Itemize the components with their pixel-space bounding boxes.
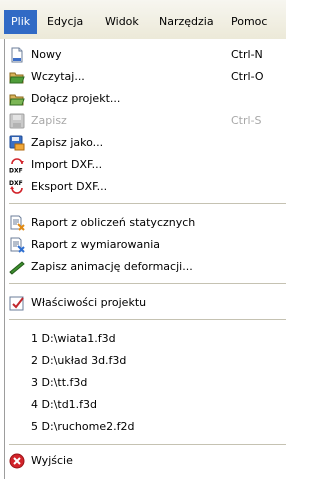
open-folder-icon xyxy=(9,72,25,84)
menu-item-label: Zapisz jako... xyxy=(31,136,104,149)
svg-text:DXF: DXF xyxy=(9,180,23,187)
project-properties-icon xyxy=(9,296,24,311)
new-document-icon xyxy=(11,47,23,63)
separator xyxy=(9,203,286,204)
menu-bar: Plik Edycja Widok Narzędzia Pomoc xyxy=(0,0,286,39)
recent-file-4[interactable]: 4 D:\td1.f3d xyxy=(5,394,286,416)
file-menu-dropdown: Nowy Ctrl-N Wczytaj... Ctrl-O Dołącz pro… xyxy=(4,39,286,479)
menu-item-label: Zapisz xyxy=(31,114,67,127)
menu-item-save-as[interactable]: Zapisz jako... xyxy=(5,132,286,154)
menu-item-label: Raport z wymiarowania xyxy=(31,238,160,251)
report-dimensioning-icon xyxy=(10,237,25,253)
separator xyxy=(9,444,286,445)
menu-item-exit[interactable]: Wyjście xyxy=(5,450,286,472)
menu-item-project-properties[interactable]: Właściwości projektu xyxy=(5,292,286,314)
menu-item-shortcut: Ctrl-N xyxy=(231,48,263,61)
import-dxf-icon: DXF xyxy=(9,158,24,174)
export-dxf-icon: DXF xyxy=(9,180,23,194)
save-as-icon xyxy=(9,135,25,151)
menu-item-attach-project[interactable]: Dołącz projekt... xyxy=(5,88,286,110)
menu-item-shortcut: Ctrl-S xyxy=(231,114,262,127)
menu-item-import-dxf[interactable]: DXF Import DXF... xyxy=(5,154,286,176)
menu-help[interactable]: Pomoc xyxy=(224,10,274,34)
menu-item-label: Raport z obliczeń statycznych xyxy=(31,216,196,229)
menu-item-label: Import DXF... xyxy=(31,158,103,171)
menu-item-label: Wczytaj... xyxy=(31,70,85,83)
menu-item-export-dxf[interactable]: DXF Eksport DXF... xyxy=(5,176,286,198)
recent-file-label: 4 D:\td1.f3d xyxy=(31,398,98,411)
report-statics-icon xyxy=(10,215,25,231)
exit-icon xyxy=(9,453,25,469)
menu-view[interactable]: Widok xyxy=(98,10,146,34)
separator xyxy=(9,283,286,284)
recent-file-3[interactable]: 3 D:\tt.f3d xyxy=(5,372,286,394)
save-animation-icon xyxy=(9,261,25,275)
menu-item-new[interactable]: Nowy Ctrl-N xyxy=(5,44,286,66)
save-icon xyxy=(9,113,25,129)
recent-file-5[interactable]: 5 D:\ruchome2.f2d xyxy=(5,416,286,438)
attach-project-icon xyxy=(9,94,25,106)
separator xyxy=(9,319,286,320)
recent-file-label: 2 D:\układ 3d.f3d xyxy=(31,354,127,367)
menu-item-label: Zapisz animację deformacji... xyxy=(31,260,193,273)
menu-item-save[interactable]: Zapisz Ctrl-S xyxy=(5,110,286,132)
menu-item-report-statics[interactable]: Raport z obliczeń statycznych xyxy=(5,212,286,234)
recent-file-1[interactable]: 1 D:\wiata1.f3d xyxy=(5,328,286,350)
menu-item-label: Eksport DXF... xyxy=(31,180,108,193)
menu-item-label: Dołącz projekt... xyxy=(31,92,121,105)
menu-tools[interactable]: Narzędzia xyxy=(152,10,221,34)
menu-item-open[interactable]: Wczytaj... Ctrl-O xyxy=(5,66,286,88)
menu-item-save-animation[interactable]: Zapisz animację deformacji... xyxy=(5,256,286,278)
recent-file-2[interactable]: 2 D:\układ 3d.f3d xyxy=(5,350,286,372)
menu-item-report-dimensioning[interactable]: Raport z wymiarowania xyxy=(5,234,286,256)
recent-file-label: 1 D:\wiata1.f3d xyxy=(31,332,116,345)
menu-item-shortcut: Ctrl-O xyxy=(231,70,264,83)
menu-edit[interactable]: Edycja xyxy=(40,10,90,34)
menu-item-label: Wyjście xyxy=(31,454,73,467)
recent-file-label: 5 D:\ruchome2.f2d xyxy=(31,420,135,433)
menu-item-label: Nowy xyxy=(31,48,62,61)
menu-item-label: Właściwości projektu xyxy=(31,296,147,309)
recent-file-label: 3 D:\tt.f3d xyxy=(31,376,88,389)
menu-file[interactable]: Plik xyxy=(4,10,38,34)
svg-text:DXF: DXF xyxy=(9,168,23,174)
